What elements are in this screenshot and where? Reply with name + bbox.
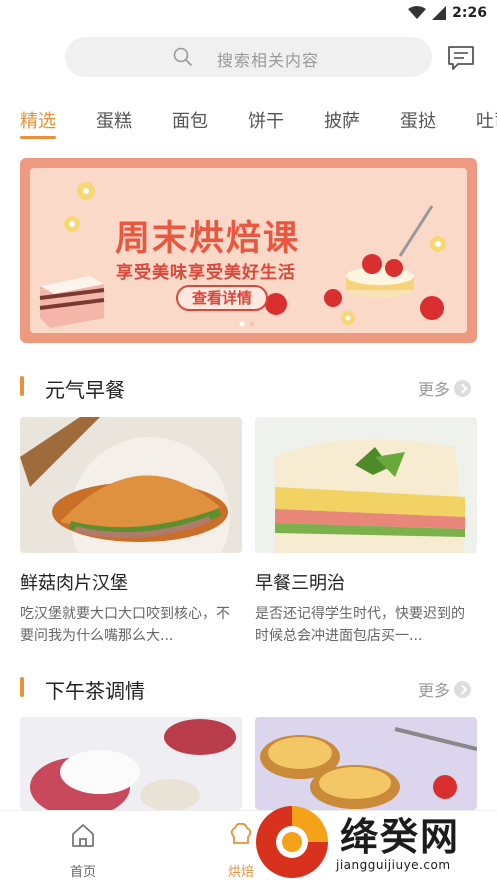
recipe-desc: 吃汉堡就要大口大口咬到核心，不要问我为什么嘴那么大...	[20, 606, 230, 644]
recipe-title: 鲜菇肉片汉堡	[20, 573, 128, 594]
recipe-image	[20, 417, 242, 553]
tab-featured[interactable]: 精选	[20, 107, 56, 133]
tab-egg-tart[interactable]: 蛋挞	[400, 107, 436, 133]
egg-tart-image	[255, 717, 477, 810]
recipe-card[interactable]	[255, 717, 477, 810]
search-icon	[173, 47, 192, 66]
status-icons: 2:26	[408, 5, 487, 21]
category-tabs: 精选 蛋糕 面包 饼干 披萨 蛋挞 吐司	[0, 107, 497, 143]
cupcake-image	[20, 717, 242, 810]
home-icon	[72, 824, 94, 847]
banner-title: 周末烘焙课	[115, 218, 301, 259]
search-input[interactable]: 搜索相关内容	[65, 37, 432, 77]
recipe-title: 早餐三明治	[255, 573, 345, 594]
recipe-card[interactable]: 鲜菇肉片汉堡 吃汉堡就要大口大口咬到核心，不要问我为什么嘴那么大...	[20, 417, 242, 647]
section-title: 下午茶调情	[45, 679, 145, 703]
tab-biscuit[interactable]: 饼干	[248, 107, 284, 133]
message-icon[interactable]	[446, 43, 476, 73]
chevron-right-icon	[454, 379, 472, 397]
nav-label-home: 首页	[69, 865, 96, 880]
burger-image	[20, 417, 242, 553]
section-title: 元气早餐	[45, 378, 125, 402]
banner-subtitle: 享受美味享受美好生活	[116, 263, 296, 283]
nav-item-home[interactable]: 首页	[53, 821, 113, 880]
section-header-afternoon-tea: 下午茶调情 更多	[0, 673, 497, 703]
more-link[interactable]: 更多	[418, 376, 472, 400]
recipe-card[interactable]: 早餐三明治 是否还记得学生时代，快要迟到的时候总会冲进面包店买一...	[255, 417, 477, 647]
promo-banner[interactable]: 周末烘焙课 享受美味享受美好生活 查看详情	[20, 158, 477, 343]
tab-toast[interactable]: 吐司	[476, 107, 497, 133]
recipe-desc: 是否还记得学生时代，快要迟到的时候总会冲进面包店买一...	[255, 606, 465, 644]
watermark-logo	[256, 806, 328, 878]
more-label: 更多	[418, 380, 451, 399]
sandwich-image	[255, 417, 477, 553]
status-bar: 2:26	[0, 0, 497, 28]
tab-bread[interactable]: 面包	[172, 107, 208, 133]
recipe-card[interactable]	[20, 717, 242, 810]
more-label: 更多	[418, 681, 451, 700]
recipe-image	[20, 717, 242, 810]
search-placeholder: 搜索相关内容	[217, 51, 320, 70]
signal-icon	[432, 6, 447, 20]
watermark: 绛癸网 jiangguijiuye.com	[252, 800, 497, 883]
recipe-image	[255, 717, 477, 810]
section-accent-bar	[20, 677, 24, 697]
section-accent-bar	[20, 376, 24, 396]
search-row: 搜索相关内容	[0, 37, 497, 79]
chef-hat-icon	[230, 822, 252, 844]
watermark-url: jiangguijiuye.com	[336, 858, 451, 872]
watermark-name: 绛癸网	[340, 814, 461, 859]
tab-active-indicator	[20, 136, 56, 139]
status-time: 2:26	[452, 5, 487, 21]
more-link[interactable]: 更多	[418, 677, 472, 701]
chevron-right-icon	[454, 680, 472, 698]
tab-pizza[interactable]: 披萨	[324, 107, 360, 133]
banner-detail-button[interactable]: 查看详情	[176, 285, 268, 311]
recipe-image	[255, 417, 477, 553]
wifi-icon	[408, 6, 427, 19]
section-header-breakfast: 元气早餐 更多	[0, 372, 497, 402]
tab-cake[interactable]: 蛋糕	[96, 107, 132, 133]
